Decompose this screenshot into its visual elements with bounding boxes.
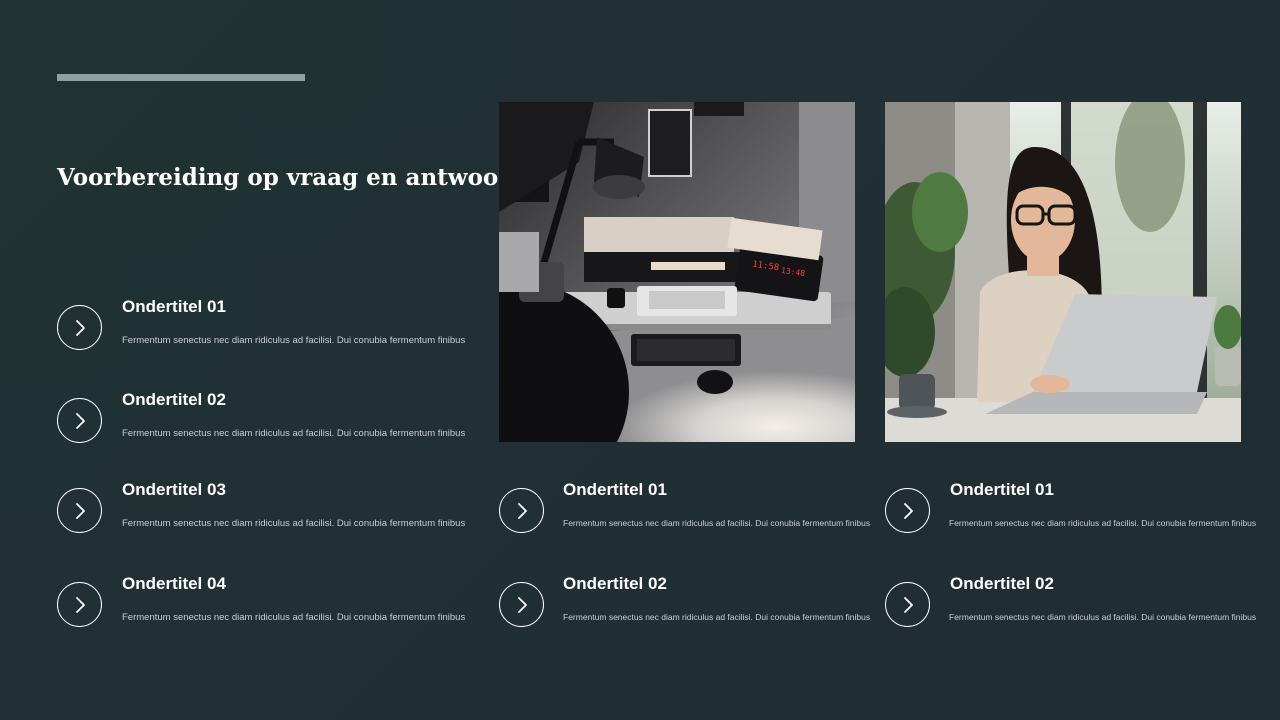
list-item: Ondertitel 02 Fermentum senectus nec dia…: [885, 574, 1257, 634]
list-item: Ondertitel 02 Fermentum senectus nec dia…: [57, 390, 477, 450]
chevron-right-icon[interactable]: [885, 582, 930, 627]
accent-bar: [57, 74, 305, 81]
chevron-right-icon[interactable]: [499, 582, 544, 627]
item-description: Fermentum senectus nec diam ridiculus ad…: [563, 612, 871, 622]
chevron-right-icon[interactable]: [499, 488, 544, 533]
chevron-right-icon[interactable]: [57, 305, 102, 350]
item-title: Ondertitel 01: [950, 480, 1054, 499]
slide-title: Voorbereiding op vraag en antwoord: [57, 164, 527, 191]
chevron-right-icon[interactable]: [885, 488, 930, 533]
chevron-right-icon[interactable]: [57, 488, 102, 533]
list-item: Ondertitel 01 Fermentum senectus nec dia…: [57, 297, 477, 357]
list-item: Ondertitel 02 Fermentum senectus nec dia…: [499, 574, 871, 634]
list-item: Ondertitel 01 Fermentum senectus nec dia…: [885, 480, 1257, 540]
item-description: Fermentum senectus nec diam ridiculus ad…: [122, 428, 466, 439]
item-title: Ondertitel 04: [122, 574, 226, 593]
item-title: Ondertitel 02: [950, 574, 1054, 593]
list-item: Ondertitel 01 Fermentum senectus nec dia…: [499, 480, 871, 540]
desk-photo: 11:58 13:48: [499, 102, 855, 442]
chevron-right-icon[interactable]: [57, 582, 102, 627]
item-description: Fermentum senectus nec diam ridiculus ad…: [122, 335, 466, 346]
list-item: Ondertitel 03 Fermentum senectus nec dia…: [57, 480, 477, 540]
chevron-right-icon[interactable]: [57, 398, 102, 443]
item-description: Fermentum senectus nec diam ridiculus ad…: [122, 518, 466, 529]
item-title: Ondertitel 03: [122, 480, 226, 499]
item-description: Fermentum senectus nec diam ridiculus ad…: [949, 612, 1257, 622]
laptop-photo: [885, 102, 1241, 442]
item-description: Fermentum senectus nec diam ridiculus ad…: [122, 612, 466, 623]
item-title: Ondertitel 02: [122, 390, 226, 409]
item-title: Ondertitel 01: [122, 297, 226, 316]
list-item: Ondertitel 04 Fermentum senectus nec dia…: [57, 574, 477, 634]
item-description: Fermentum senectus nec diam ridiculus ad…: [563, 518, 871, 528]
item-title: Ondertitel 02: [563, 574, 667, 593]
item-title: Ondertitel 01: [563, 480, 667, 499]
item-description: Fermentum senectus nec diam ridiculus ad…: [949, 518, 1257, 528]
